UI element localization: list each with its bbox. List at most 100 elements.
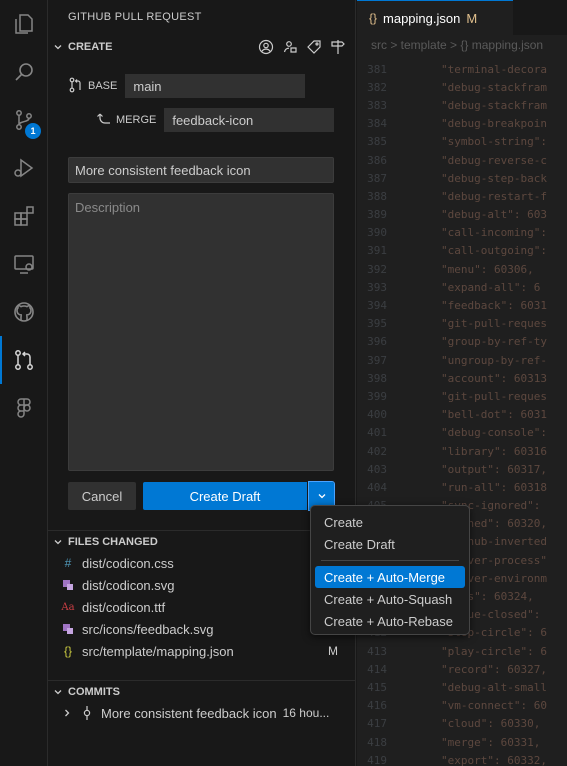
menu-item-create[interactable]: Create <box>315 511 465 533</box>
code-line: 416 "vm-connect": 60 <box>357 697 567 715</box>
code-line: 383 "debug-stackfram <box>357 96 567 114</box>
chevron-down-icon <box>48 537 68 547</box>
code-line: 402 "library": 60316 <box>357 442 567 460</box>
code-line: 418 "merge": 60331, <box>357 733 567 751</box>
css-file-icon: # <box>64 556 72 570</box>
tab-label: mapping.json <box>383 10 461 26</box>
line-number: 390 <box>367 226 387 240</box>
figma-icon[interactable] <box>0 384 48 432</box>
line-text: "git-pull-reques <box>441 317 547 331</box>
line-text: "symbol-string": <box>441 135 547 149</box>
line-text: "debug-alt-small <box>441 680 547 694</box>
svg-file-icon <box>60 579 76 591</box>
json-file-icon: {} <box>369 11 378 25</box>
create-actions <box>257 38 347 56</box>
milestone-icon[interactable] <box>329 38 347 56</box>
merge-branch-select[interactable]: feedback-icon <box>164 108 335 132</box>
commit-icon <box>80 706 94 720</box>
search-icon[interactable] <box>0 48 48 96</box>
line-text: "menu": 60306, <box>441 262 534 276</box>
code-line: 404 "run-all": 60318 <box>357 478 567 496</box>
account-icon[interactable] <box>257 38 275 56</box>
line-text: "group-by-ref-ty <box>441 335 547 349</box>
code-line: 384 "debug-breakpoin <box>357 115 567 133</box>
line-number: 417 <box>367 717 387 731</box>
code-line: 385 "symbol-string": <box>357 133 567 151</box>
run-debug-icon[interactable] <box>0 144 48 192</box>
source-control-badge: 1 <box>25 123 41 139</box>
line-text: "output": 60317, <box>441 462 547 476</box>
commit-time: 16 hou... <box>282 706 330 720</box>
line-text: "record": 60327, <box>441 662 547 676</box>
line-number: 403 <box>367 462 387 476</box>
files-icon[interactable] <box>0 0 48 48</box>
menu-item-create-auto-rebase[interactable]: Create + Auto-Rebase <box>315 610 465 632</box>
code-line: 413 "play-circle": 6 <box>357 642 567 660</box>
commits-section-title: COMMITS <box>68 685 120 698</box>
code-line: 386 "debug-reverse-c <box>357 151 567 169</box>
code-line: 396 "group-by-ref-ty <box>357 333 567 351</box>
line-number: 414 <box>367 662 387 676</box>
line-text: "call-incoming": <box>441 226 547 240</box>
source-control-icon[interactable]: 1 <box>0 96 48 144</box>
line-text: "vm-connect": 60 <box>441 699 547 713</box>
line-number: 381 <box>367 62 387 76</box>
code-line: 393 "expand-all": 6 <box>357 278 567 296</box>
create-options-menu: Create Create Draft Create + Auto-Merge Cre… <box>310 505 470 635</box>
chevron-down-icon <box>317 489 327 504</box>
file-item[interactable]: {} src/template/mapping.json M <box>48 640 356 662</box>
code-line: 395 "git-pull-reques <box>357 315 567 333</box>
line-text: "debug-console": <box>441 426 547 440</box>
line-text: "run-all": 60318 <box>441 480 547 494</box>
line-text: "library": 60316 <box>441 444 547 458</box>
svg-file-icon <box>60 623 76 635</box>
line-text: "debug-restart-f <box>441 189 547 203</box>
code-line: 389 "debug-alt": 603 <box>357 206 567 224</box>
menu-item-create-auto-squash[interactable]: Create + Auto-Squash <box>315 588 465 610</box>
code-line: 399 "git-pull-reques <box>357 387 567 405</box>
editor-area: {} mapping.json M src > template > {} ma… <box>357 0 567 766</box>
pr-title-input[interactable]: More consistent feedback icon <box>68 157 334 183</box>
line-text: "account": 60313 <box>441 371 547 385</box>
chevron-down-icon <box>48 42 68 52</box>
line-number: 389 <box>367 208 387 222</box>
line-text: "merge": 60331, <box>441 735 541 749</box>
code-line: 390 "call-incoming": <box>357 224 567 242</box>
create-section-title: CREATE <box>68 41 113 53</box>
chevron-right-icon[interactable] <box>62 708 74 718</box>
extensions-icon[interactable] <box>0 192 48 240</box>
tab-status: M <box>466 10 478 26</box>
line-text: "ungroup-by-ref- <box>441 353 547 367</box>
line-number: 383 <box>367 98 387 112</box>
breadcrumb[interactable]: src > template > {} mapping.json <box>371 38 543 52</box>
line-number: 418 <box>367 735 387 749</box>
code-view[interactable]: 381 "terminal-decora 382 "debug-stackfram 38… <box>357 60 567 766</box>
github-icon[interactable] <box>0 288 48 336</box>
file-name: dist/codicon.css <box>82 555 174 571</box>
commit-item[interactable]: More consistent feedback icon 16 hou... <box>48 702 356 724</box>
code-line: 394 "feedback": 6031 <box>357 296 567 314</box>
cancel-button[interactable]: Cancel <box>68 482 136 510</box>
line-number: 395 <box>367 317 387 331</box>
line-number: 401 <box>367 426 387 440</box>
base-branch-select[interactable]: main <box>125 74 306 98</box>
menu-item-create-draft[interactable]: Create Draft <box>315 533 465 555</box>
pr-description-input[interactable]: Description <box>68 193 334 471</box>
reviewers-icon[interactable] <box>281 38 299 56</box>
line-number: 402 <box>367 444 387 458</box>
label-icon[interactable] <box>305 38 323 56</box>
create-draft-button[interactable]: Create Draft <box>143 482 307 510</box>
editor-tab[interactable]: {} mapping.json M <box>357 0 513 35</box>
commits-section-header[interactable]: COMMITS <box>48 680 356 702</box>
code-line: 417 "cloud": 60330, <box>357 715 567 733</box>
line-number: 393 <box>367 280 387 294</box>
remote-explorer-icon[interactable] <box>0 240 48 288</box>
menu-item-create-auto-merge[interactable]: Create + Auto-Merge <box>315 566 465 588</box>
chevron-down-icon <box>48 687 68 697</box>
base-label: BASE <box>88 80 118 92</box>
merge-branch-row: MERGE feedback-icon <box>96 108 335 132</box>
code-line: 382 "debug-stackfram <box>357 78 567 96</box>
line-number: 388 <box>367 189 387 203</box>
line-text: "debug-alt": 603 <box>441 208 547 222</box>
pull-request-icon[interactable] <box>0 336 48 384</box>
